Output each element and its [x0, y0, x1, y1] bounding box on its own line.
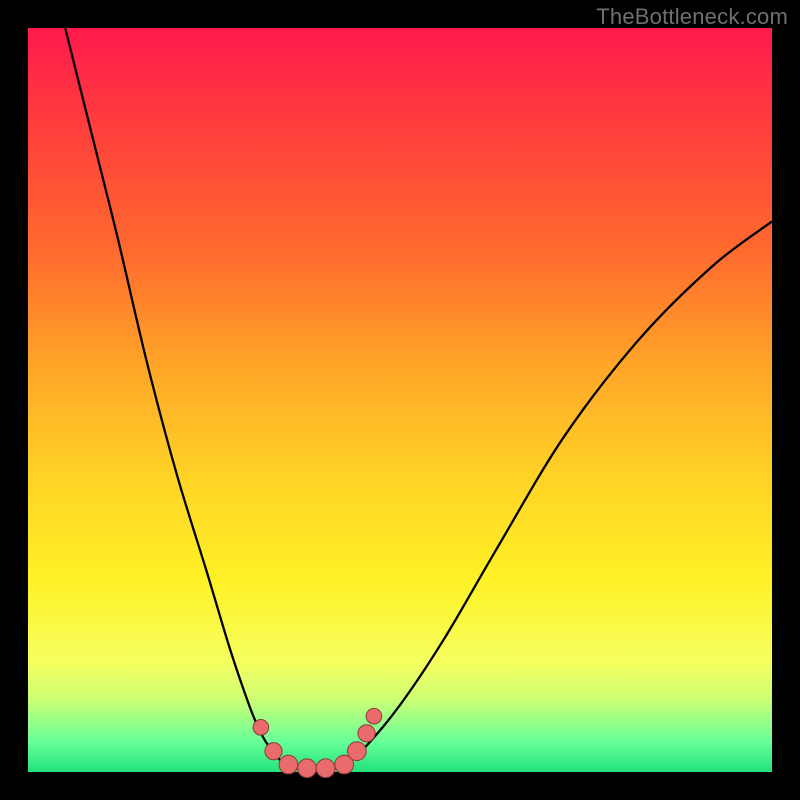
plot-area [28, 28, 772, 772]
watermark-text: TheBottleneck.com [596, 4, 788, 30]
marker-bead [358, 725, 375, 742]
marker-bead [279, 755, 298, 774]
bottleneck-curve [65, 28, 772, 770]
marker-bead [265, 743, 282, 760]
marker-bead [366, 708, 382, 724]
marker-beads [253, 708, 382, 777]
curve-layer [28, 28, 772, 772]
marker-bead [298, 759, 317, 778]
marker-bead [316, 759, 335, 778]
marker-bead [347, 742, 366, 761]
chart-container: TheBottleneck.com [0, 0, 800, 800]
marker-bead [253, 720, 269, 736]
